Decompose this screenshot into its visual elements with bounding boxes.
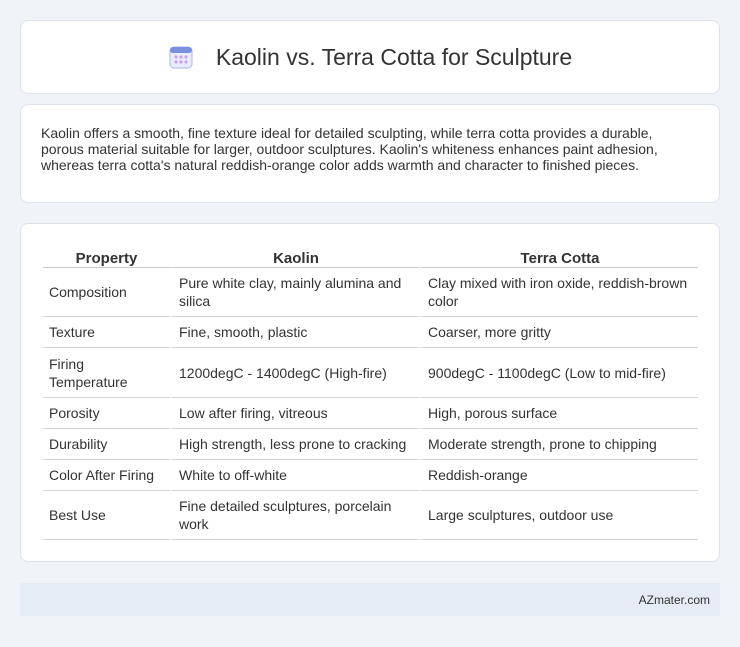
cell-kaolin: Fine detailed sculptures, porcelain work bbox=[170, 491, 419, 540]
header-kaolin: Kaolin bbox=[170, 246, 419, 268]
table-header-row: Property Kaolin Terra Cotta bbox=[43, 246, 698, 268]
cell-kaolin: Pure white clay, mainly alumina and sili… bbox=[170, 268, 419, 317]
cell-terra-cotta: Reddish-orange bbox=[419, 460, 698, 491]
calendar-icon bbox=[168, 44, 194, 70]
table-row: Firing Temperature 1200degC - 1400degC (… bbox=[43, 348, 698, 398]
cell-terra-cotta: High, porous surface bbox=[419, 398, 698, 429]
cell-property: Composition bbox=[43, 268, 170, 317]
cell-property: Porosity bbox=[43, 398, 170, 429]
cell-kaolin: White to off-white bbox=[170, 460, 419, 491]
intro-card: Kaolin offers a smooth, fine texture ide… bbox=[20, 104, 720, 203]
cell-kaolin: High strength, less prone to cracking bbox=[170, 429, 419, 460]
cell-property: Durability bbox=[43, 429, 170, 460]
cell-property: Firing Temperature bbox=[43, 348, 170, 398]
header-property: Property bbox=[43, 246, 170, 268]
footer: AZmater.com bbox=[20, 583, 720, 616]
table-row: Porosity Low after firing, vitreous High… bbox=[43, 398, 698, 429]
intro-paragraph: Kaolin offers a smooth, fine texture ide… bbox=[41, 125, 658, 173]
page-title: Kaolin vs. Terra Cotta for Sculpture bbox=[215, 43, 573, 70]
table-row: Texture Fine, smooth, plastic Coarser, m… bbox=[43, 317, 698, 348]
title-card: Kaolin vs. Terra Cotta for Sculpture bbox=[20, 20, 720, 94]
cell-property: Texture bbox=[43, 317, 170, 348]
cell-kaolin: 1200degC - 1400degC (High-fire) bbox=[170, 348, 419, 398]
cell-kaolin: Fine, smooth, plastic bbox=[170, 317, 419, 348]
table-row: Best Use Fine detailed sculptures, porce… bbox=[43, 491, 698, 540]
table-row: Color After Firing White to off-white Re… bbox=[43, 460, 698, 491]
footer-brand: AZmater.com bbox=[638, 592, 710, 607]
cell-kaolin: Low after firing, vitreous bbox=[170, 398, 419, 429]
table-row: Durability High strength, less prone to … bbox=[43, 429, 698, 460]
comparison-card: Property Kaolin Terra Cotta Composition … bbox=[20, 223, 720, 562]
table-row: Composition Pure white clay, mainly alum… bbox=[43, 268, 698, 317]
cell-terra-cotta: Moderate strength, prone to chipping bbox=[419, 429, 698, 460]
cell-terra-cotta: Large sculptures, outdoor use bbox=[419, 491, 698, 540]
cell-terra-cotta: Clay mixed with iron oxide, reddish-brow… bbox=[419, 268, 698, 317]
cell-terra-cotta: Coarser, more gritty bbox=[419, 317, 698, 348]
header-terra-cotta: Terra Cotta bbox=[419, 246, 698, 268]
comparison-table: Property Kaolin Terra Cotta Composition … bbox=[43, 246, 698, 540]
cell-property: Color After Firing bbox=[43, 460, 170, 491]
cell-terra-cotta: 900degC - 1100degC (Low to mid-fire) bbox=[419, 348, 698, 398]
cell-property: Best Use bbox=[43, 491, 170, 540]
